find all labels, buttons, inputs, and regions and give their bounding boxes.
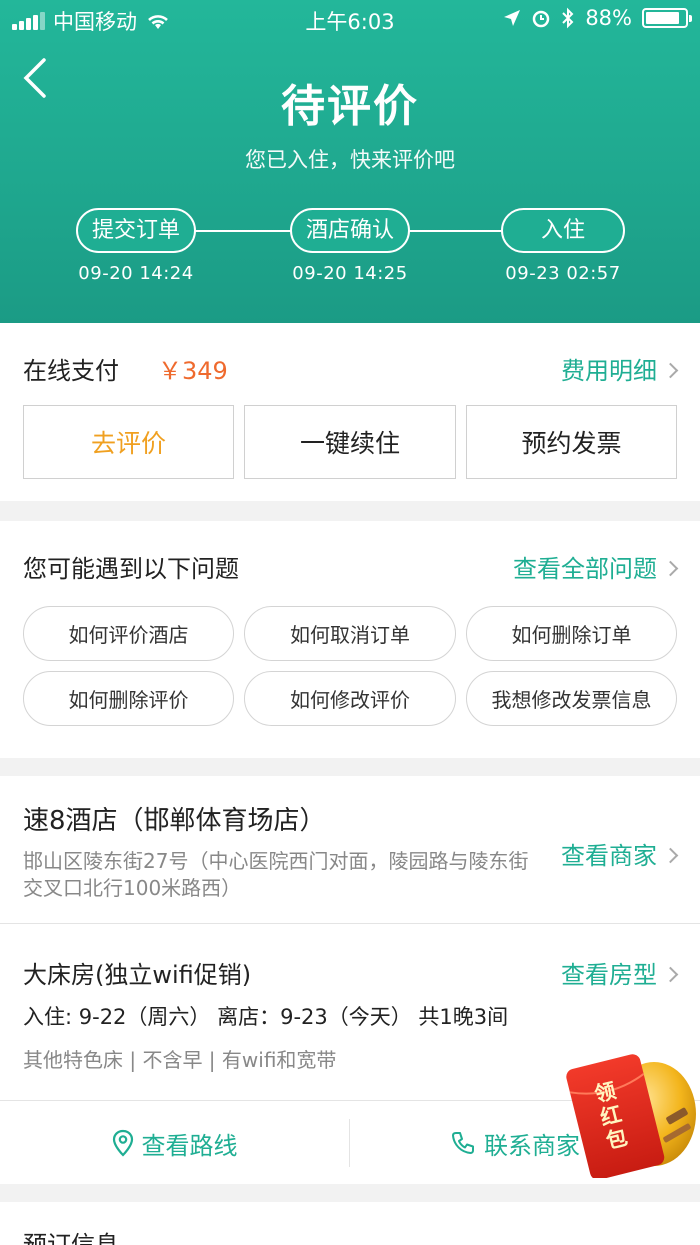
request-invoice-button[interactable]: 预约发票 [466,405,677,479]
page-title: 待评价 [281,81,419,132]
view-route-button[interactable]: 查看路线 [0,1120,349,1166]
step-hotel-confirm: 酒店确认 09-20 14:25 [288,208,412,284]
alarm-icon [533,10,550,28]
view-room-type-label: 查看房型 [561,961,657,989]
view-room-type-link[interactable]: 查看房型 [561,955,679,990]
phone-icon [452,1132,474,1154]
step-check-in: 入住 09-23 02:57 [500,208,626,284]
faq-title: 您可能遇到以下问题 [23,555,239,583]
chevron-right-icon [662,362,679,378]
step-submit-order: 提交订单 09-20 14:24 [74,208,198,284]
chevron-right-icon [662,966,679,982]
battery-icon [642,8,692,28]
faq-question[interactable]: 如何修改评价 [244,671,456,726]
divider [0,923,700,924]
room-features: 其他特色床 | 不含早 | 有wifi和宽带 [23,1048,337,1072]
faq-question[interactable]: 如何删除评价 [23,671,234,726]
faq-question[interactable]: 如何评价酒店 [23,606,234,661]
view-merchant-link[interactable]: 查看商家 [561,836,679,871]
fee-detail-link[interactable]: 费用明细 [561,351,679,386]
faq-question[interactable]: 如何删除订单 [466,606,677,661]
write-review-button[interactable]: 去评价 [23,405,234,479]
payment-method-label: 在线支付 [23,357,119,385]
faq-question[interactable]: 如何取消订单 [244,606,456,661]
view-route-label: 查看路线 [141,1131,238,1160]
fee-detail-label: 费用明细 [561,357,657,385]
hotel-name: 速8酒店（邯郸体育场店） [23,806,326,836]
chevron-right-icon [662,560,679,576]
room-type-name: 大床房(独立wifi促销) [23,961,252,989]
status-bar: 中国移动 上午6:03 88% [0,0,700,40]
faq-all-link[interactable]: 查看全部问题 [513,549,679,584]
battery-percent: 88% [585,6,632,30]
bluetooth-icon [562,7,574,29]
step-label: 入住 [501,208,625,253]
order-status-header: 中国移动 上午6:03 88% 待评价 您已入住，快来评价吧 提交订单 09-2… [0,0,700,323]
red-packet-icon [566,1054,696,1180]
step-time: 09-20 14:25 [292,263,408,284]
hotel-address: 邯山区陵东街27号（中心医院西门对面，陵园路与陵东街交叉口北行100米路西） [23,849,529,900]
step-label: 提交订单 [75,208,196,253]
view-merchant-label: 查看商家 [561,842,657,870]
extend-stay-button[interactable]: 一键续住 [244,405,456,479]
booking-info-title: 预订信息 [23,1231,119,1245]
faq-all-label: 查看全部问题 [513,555,657,583]
page-subtitle: 您已入住，快来评价吧 [245,148,455,172]
location-arrow-icon [504,10,521,26]
step-time: 09-23 02:57 [505,263,621,284]
faq-question[interactable]: 我想修改发票信息 [466,671,677,726]
payment-amount: ￥349 [158,357,228,385]
step-label: 酒店确认 [289,208,410,253]
location-pin-icon [112,1129,133,1157]
stay-dates: 入住: 9-22（周六） 离店：9-23（今天） 共1晚3间 [23,1005,509,1029]
chevron-right-icon [662,847,679,863]
red-packet-widget[interactable]: 领红包 [566,1052,696,1180]
step-time: 09-20 14:24 [78,263,194,284]
